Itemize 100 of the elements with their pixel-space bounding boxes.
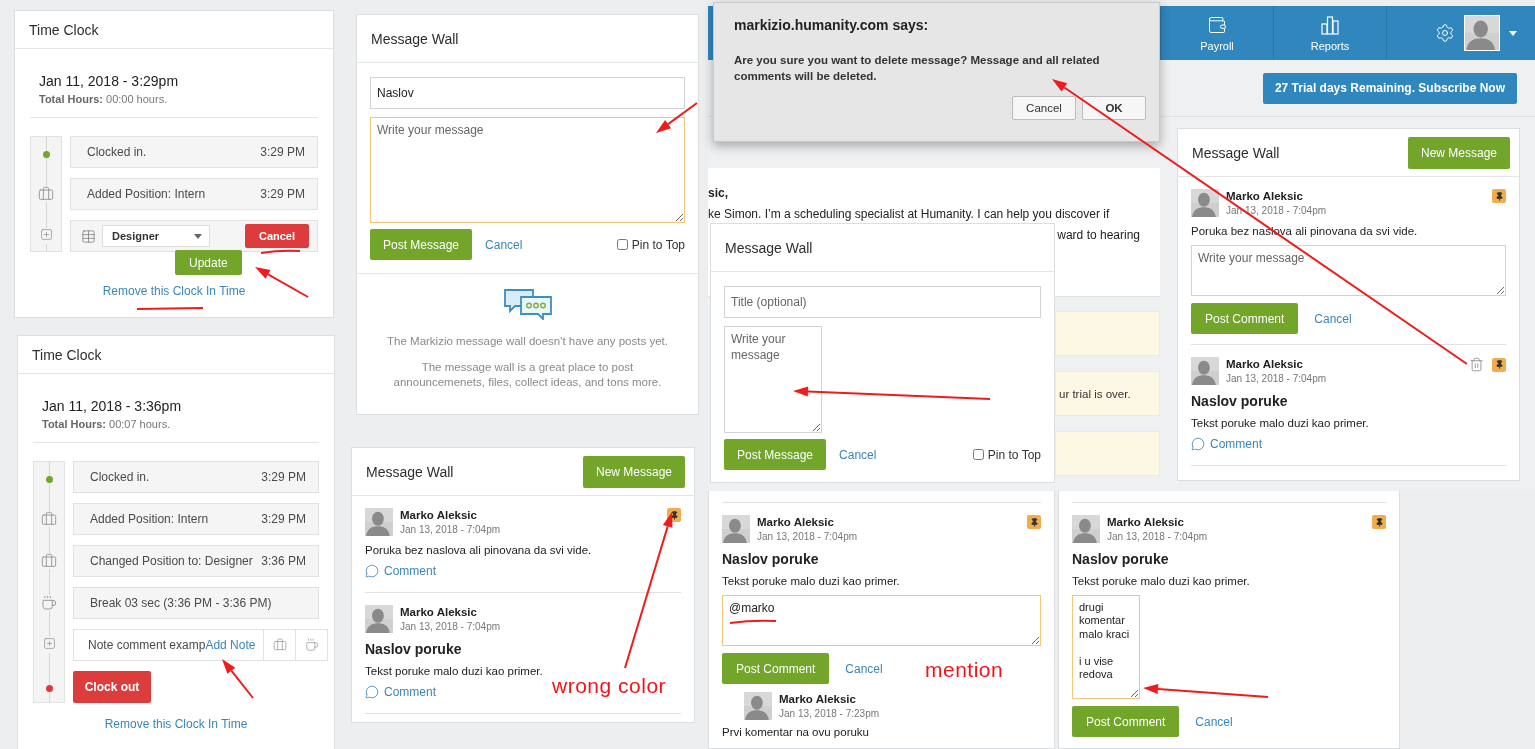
avatar: [1191, 189, 1219, 217]
entry-time: 3:29 PM: [261, 470, 306, 484]
entry-text: Added Position: Intern: [87, 187, 206, 201]
panel-title: Time Clock: [29, 21, 99, 38]
entry-text: Added Position: Intern: [90, 512, 209, 526]
post-title: Naslov poruke: [722, 551, 820, 567]
author-name: Marko Aleksic: [400, 509, 478, 521]
checkbox-label: Pin to Top: [987, 447, 1041, 462]
speech-bubble-icon: [365, 685, 379, 699]
post-title: Naslov poruke: [1191, 393, 1289, 409]
dialog-message: Are you sure you want to delete message? Message and all related comments will be deleted.: [734, 53, 1101, 84]
annotation-underline: [260, 249, 301, 254]
post-title: Naslov poruke: [365, 641, 463, 657]
post-message-button[interactable]: Post Message: [724, 439, 827, 470]
entry-time: 3:29 PM: [260, 187, 305, 201]
avatar: [722, 515, 750, 543]
panel-title: Time Clock: [32, 346, 102, 363]
notice-text: ur trial is over.: [1059, 387, 1131, 400]
briefcase-icon: [41, 511, 57, 527]
comment-field[interactable]: @marko: [722, 595, 1041, 646]
briefcase-icon: [38, 186, 54, 202]
annotation-arrow: [656, 102, 698, 133]
update-button[interactable]: Update: [175, 250, 242, 275]
entry-time: 3:29 PM: [261, 512, 306, 526]
author-name: Marko Aleksic: [1107, 516, 1185, 528]
pin-checkbox[interactable]: [616, 239, 628, 250]
comment-link[interactable]: Comment: [1191, 437, 1262, 451]
panel-title: Message Wall: [725, 239, 813, 256]
cup-icon: [304, 638, 319, 652]
avatar: [365, 508, 393, 536]
comment-field[interactable]: Write your message: [1191, 245, 1506, 296]
author-name: Marko Aleksic: [1226, 358, 1304, 370]
empty-text: The message wall is a great place to post announcemenets, files, collect ideas, and tons more.: [392, 360, 663, 390]
pin-badge[interactable]: [1027, 515, 1041, 529]
post-comment-button[interactable]: Post Comment: [722, 653, 830, 684]
total-hours: Total Hours: 00:07 hours.: [42, 418, 172, 430]
cancel-link[interactable]: Cancel: [845, 661, 883, 676]
nav-item[interactable]: Reports: [1273, 6, 1386, 60]
post-comment-button[interactable]: Post Comment: [1191, 303, 1299, 334]
position-select[interactable]: Designer: [102, 225, 210, 247]
remove-clock-link[interactable]: Remove this Clock In Time: [102, 284, 246, 298]
author-name: Marko Aleksic: [757, 516, 835, 528]
checkbox-label: Pin to Top: [631, 237, 685, 252]
trash-icon[interactable]: [1469, 357, 1484, 372]
new-message-button[interactable]: New Message: [1407, 136, 1510, 169]
add-note-link[interactable]: Add Note: [205, 638, 256, 652]
cup-icon: [41, 595, 57, 611]
comment-link[interactable]: Comment: [365, 685, 436, 699]
post-date: Jan 13, 2018 - 7:23pm: [779, 708, 880, 719]
comment-link[interactable]: Comment: [365, 564, 436, 578]
post-text: Poruka bez naslova ali pinovana da svi vide.: [365, 544, 593, 556]
title-field[interactable]: Naslov: [370, 77, 685, 109]
annotation-arrow: [222, 659, 254, 699]
post-date: Jan 13, 2018 - 7:04pm: [1107, 531, 1208, 542]
panel-title: Message Wall: [1192, 144, 1280, 161]
cancel-link[interactable]: Cancel: [1195, 714, 1233, 729]
comment-text: Prvi komentar na ovu poruku: [722, 726, 871, 738]
caret-icon[interactable]: [1509, 30, 1517, 36]
settings-icon[interactable]: [1435, 23, 1455, 43]
remove-clock-link[interactable]: Remove this Clock In Time: [104, 717, 248, 731]
pin-badge[interactable]: [1492, 357, 1506, 372]
author-name: Marko Aleksic: [779, 693, 857, 705]
briefcase-icon: [272, 638, 287, 652]
avatar: [1465, 16, 1499, 50]
post-date: Jan 13, 2018 - 7:04pm: [1226, 373, 1327, 384]
pin-checkbox[interactable]: [972, 449, 984, 460]
cancel-link[interactable]: Cancel: [839, 447, 877, 462]
annotation-underline: [136, 307, 204, 310]
intro-text: ward to hearing: [1056, 228, 1141, 242]
cancel-button[interactable]: Cancel: [245, 224, 309, 248]
dialog-button[interactable]: Cancel: [1012, 96, 1076, 121]
plus-square-icon: [42, 637, 56, 650]
break-icon-cell[interactable]: [296, 629, 329, 661]
comment-field[interactable]: drugi komentar malo kraci i u vise redova: [1072, 595, 1140, 699]
status-dot: [45, 685, 53, 692]
briefcase-icon: [41, 553, 57, 569]
pin-badge[interactable]: [1492, 189, 1506, 203]
post-comment-button[interactable]: Post Comment: [1072, 706, 1180, 737]
dialog-title: markizio.humanity.com says:: [734, 17, 930, 33]
clock-date: Jan 11, 2018 - 3:29pm: [39, 73, 180, 89]
wallet-icon: [1207, 14, 1227, 35]
avatar: [744, 692, 772, 720]
clock-out-button[interactable]: Clock out: [73, 671, 151, 703]
cancel-link[interactable]: Cancel: [1314, 311, 1352, 326]
intro-text: sic,: [708, 186, 729, 200]
message-field[interactable]: Write your message: [370, 117, 685, 223]
speech-bubble-icon: [1191, 437, 1205, 451]
panel-title: Message Wall: [366, 463, 454, 480]
new-message-button[interactable]: New Message: [582, 455, 685, 488]
plus-square-icon: [39, 228, 53, 241]
cancel-link[interactable]: Cancel: [485, 237, 523, 252]
position-icon-cell[interactable]: [264, 629, 297, 661]
subscribe-button[interactable]: 27 Trial days Remaining. Subscribe Now: [1262, 72, 1517, 104]
entry-text: Clocked in.: [90, 470, 150, 484]
message-field[interactable]: Write your message: [724, 326, 822, 433]
dialog-button[interactable]: OK: [1082, 96, 1146, 121]
post-message-button[interactable]: Post Message: [370, 229, 473, 260]
title-field[interactable]: Title (optional): [724, 286, 1041, 318]
pin-badge[interactable]: [1372, 515, 1386, 529]
speech-bubble-icon: [365, 564, 379, 578]
